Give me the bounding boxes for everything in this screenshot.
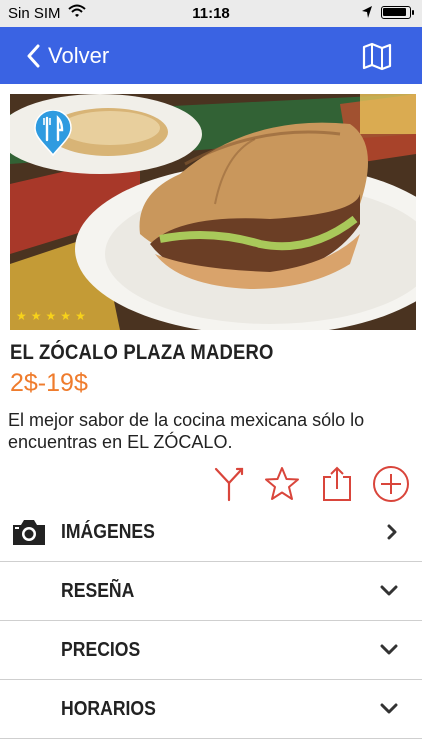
chevron-down-icon [380,644,398,655]
chevron-down-icon [380,703,398,714]
chevron-right-icon [387,524,397,540]
directions-icon[interactable] [210,465,248,503]
status-bar: Sin SIM 11:18 [0,0,422,27]
section-prices[interactable]: PRECIOS [0,621,422,680]
section-label: PRECIOS [61,639,141,661]
section-hours[interactable]: HORARIOS [0,680,422,739]
add-circle-icon[interactable] [372,465,410,503]
section-label: IMÁGENES [61,521,155,543]
rating-star-icon: ★ [30,309,42,323]
section-images[interactable]: IMÁGENES [0,503,422,562]
restaurant-pin-icon [34,110,72,156]
rating-star-icon: ★ [16,309,27,323]
place-description: El mejor sabor de la cocina mexicana sól… [8,410,365,452]
price-range: 2$-19$ [10,369,88,397]
chevron-left-icon [27,44,40,67]
rating-star-icon: ★ [75,309,86,323]
section-label: RESEÑA [61,580,135,602]
battery-icon [381,6,414,19]
place-photo[interactable]: ★ ★ ★ ★ ★ [10,94,416,330]
section-review[interactable]: RESEÑA [0,562,422,621]
location-arrow-icon [362,6,372,18]
clock: 11:18 [192,5,230,22]
share-icon[interactable] [318,465,356,503]
camera-icon [13,520,45,545]
rating-stars: ★ ★ ★ ★ ★ [16,310,86,322]
back-label: Volver [48,42,110,68]
map-icon[interactable] [362,41,392,71]
rating-star-icon: ★ [60,309,72,323]
chevron-down-icon [380,585,398,596]
back-button[interactable]: Volver [26,27,109,84]
place-name: EL ZÓCALO PLAZA MADERO [10,341,274,364]
action-bar [0,465,422,505]
section-label: HORARIOS [61,698,156,720]
rating-star-icon: ★ [45,309,57,323]
navigation-bar: Volver [0,27,422,84]
favorite-star-icon[interactable] [263,465,301,503]
